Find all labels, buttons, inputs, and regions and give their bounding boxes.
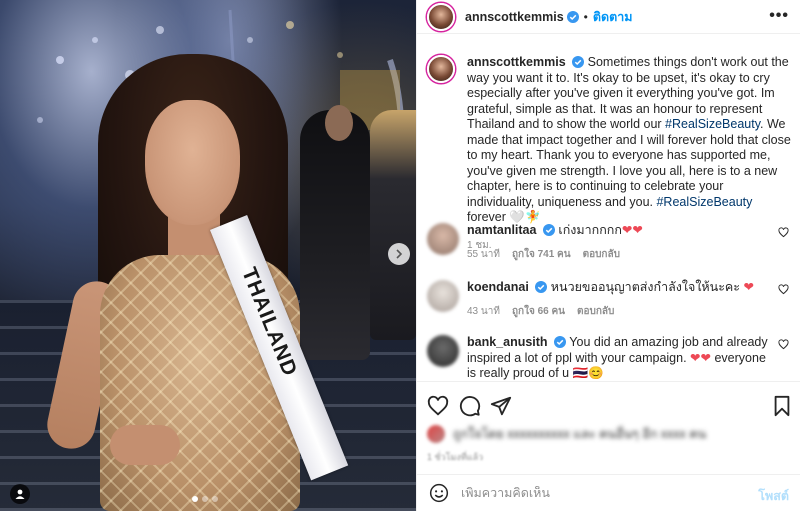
likes-text: ถูกใจโดย xxxxxxxxxx และ คนอื่นๆ อีก xxxx… xyxy=(453,427,707,441)
verified-badge-icon xyxy=(572,56,585,68)
header-separator: • xyxy=(583,9,588,24)
main-subject: THAILAND xyxy=(42,40,349,511)
comment-composer: โพสต์ xyxy=(417,474,800,511)
tagged-people-button[interactable] xyxy=(10,484,30,504)
comments-section[interactable]: annscottkemmis Sometimes things don't wo… xyxy=(417,35,800,380)
more-options-icon[interactable]: ••• xyxy=(769,8,789,24)
verified-badge-icon xyxy=(535,281,548,293)
carousel-dot xyxy=(212,496,218,502)
chevron-right-icon xyxy=(396,249,403,259)
likes-summary[interactable]: ถูกใจโดย xxxxxxxxxx และ คนอื่นๆ อีก xxxx… xyxy=(427,424,787,444)
speech-bubble-icon[interactable] xyxy=(459,395,481,417)
follow-button[interactable]: ติดตาม xyxy=(593,7,633,27)
commenter-avatar[interactable] xyxy=(427,280,459,312)
commenter-username[interactable]: bank_anusith xyxy=(467,335,548,349)
post-header: annscottkemmis • ติดตาม ••• xyxy=(417,0,800,34)
caption-username[interactable]: annscottkemmis xyxy=(467,55,566,69)
author-avatar[interactable] xyxy=(427,2,455,31)
carousel-dot xyxy=(202,496,208,502)
comment-text: namtanlitaa เก่งมากกกก❤❤ xyxy=(467,223,771,239)
comment-item: koendanai หนวยขออนุญาตส่งกำลังใจให้นะคะ … xyxy=(427,280,797,319)
heart-outline-icon[interactable] xyxy=(778,339,789,350)
caption-author-avatar[interactable] xyxy=(427,55,455,83)
carousel-dots xyxy=(192,496,218,502)
heart-outline-icon[interactable] xyxy=(778,284,789,295)
commenter-avatar[interactable] xyxy=(427,335,459,367)
commenter-avatar[interactable] xyxy=(427,223,459,255)
hashtag-link[interactable]: #RealSizeBeauty xyxy=(656,195,752,209)
post-side-panel: annscottkemmis • ติดตาม ••• annscottkemm… xyxy=(416,0,800,511)
carousel-next-button[interactable] xyxy=(388,243,410,265)
person-tag-icon xyxy=(15,489,25,499)
background-person xyxy=(370,110,416,340)
comment-timestamp[interactable]: 43 นาที xyxy=(467,304,500,319)
comment-likes[interactable]: ถูกใจ 741 คน xyxy=(512,247,571,262)
commenter-username[interactable]: namtanlitaa xyxy=(467,223,536,237)
heart-outline-icon[interactable] xyxy=(778,227,789,238)
commenter-username[interactable]: koendanai xyxy=(467,280,529,294)
heart-outline-icon[interactable] xyxy=(427,395,449,417)
carousel-dot xyxy=(192,496,198,502)
smiley-icon[interactable] xyxy=(429,483,449,503)
subject-hand xyxy=(110,425,180,465)
comment-text: koendanai หนวยขออนุญาตส่งกำลังใจให้นะคะ … xyxy=(467,280,771,296)
caption-text: annscottkemmis Sometimes things don't wo… xyxy=(467,55,792,226)
heart-emoji: ❤❤ xyxy=(621,223,643,237)
comment-input[interactable] xyxy=(461,486,751,500)
liker-avatar xyxy=(427,425,445,443)
comment-likes[interactable]: ถูกใจ 66 คน xyxy=(512,304,565,319)
hashtag-link[interactable]: #RealSizeBeauty xyxy=(665,117,760,131)
heart-emoji: ❤❤ xyxy=(690,350,711,365)
comment-body: หนวยขออนุญาตส่งกำลังใจให้นะคะ xyxy=(547,280,740,294)
comment-meta: 55 นาที ถูกใจ 741 คน ตอบกลับ xyxy=(467,247,797,262)
post-photo[interactable]: THAILAND xyxy=(0,0,416,511)
verified-badge-icon xyxy=(554,336,567,348)
caption-body: forever 🤍🧚 xyxy=(467,210,541,224)
verified-badge-icon xyxy=(566,10,579,23)
bookmark-icon[interactable] xyxy=(771,395,793,417)
post-comment-button[interactable]: โพสต์ xyxy=(758,486,789,506)
post-actions xyxy=(417,381,800,427)
reply-button[interactable]: ตอบกลับ xyxy=(577,304,614,319)
subject-face xyxy=(145,100,240,225)
comment-item: namtanlitaa เก่งมากกกก❤❤ 55 นาที ถูกใจ 7… xyxy=(427,223,797,262)
post-timestamp[interactable]: 1 ชั่วโมงที่แล้ว xyxy=(427,450,483,464)
comment-text: bank_anusith You did an amazing job and … xyxy=(467,335,771,380)
heart-emoji: ❤ xyxy=(743,280,754,294)
paper-plane-icon[interactable] xyxy=(490,395,512,417)
comment-item: bank_anusith You did an amazing job and … xyxy=(427,335,797,380)
comment-meta: 43 นาที ถูกใจ 66 คน ตอบกลับ xyxy=(467,304,797,319)
author-username[interactable]: annscottkemmis xyxy=(465,10,564,24)
reply-button[interactable]: ตอบกลับ xyxy=(583,247,620,262)
comment-body: เก่งมากกกก xyxy=(554,223,622,237)
verified-badge-icon xyxy=(542,224,555,236)
comment-timestamp[interactable]: 55 นาที xyxy=(467,247,500,262)
